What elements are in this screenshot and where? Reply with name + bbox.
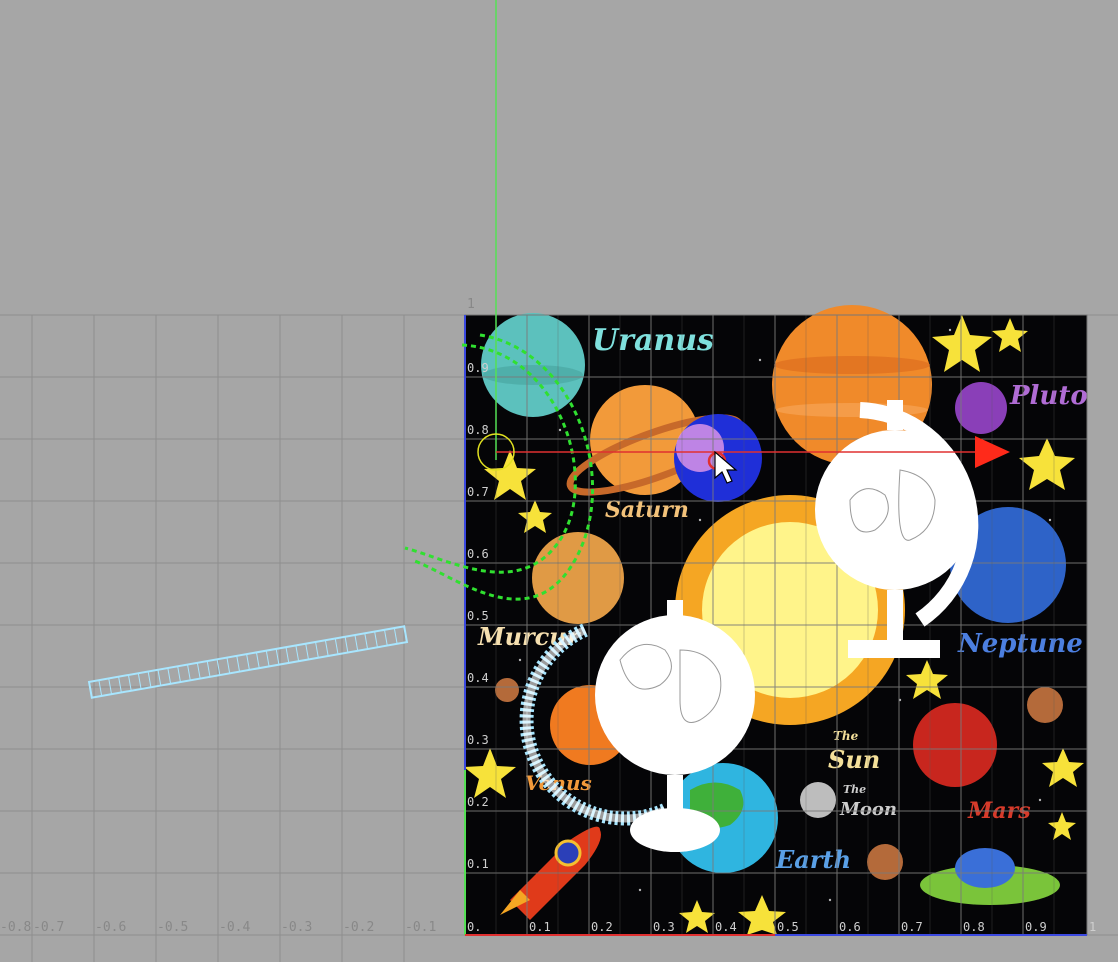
label-uranus: Uranus xyxy=(592,323,714,358)
mercury-planet xyxy=(532,532,624,624)
svg-text:-0.1: -0.1 xyxy=(405,920,436,935)
label-neptune: Neptune xyxy=(957,629,1083,659)
label-earth: Earth xyxy=(775,845,851,874)
svg-text:0.8: 0.8 xyxy=(963,920,985,934)
moon xyxy=(800,782,836,818)
svg-text:1: 1 xyxy=(1089,920,1096,934)
svg-text:0.1: 0.1 xyxy=(529,920,551,934)
svg-text:0.6: 0.6 xyxy=(839,920,861,934)
svg-text:-0.2: -0.2 xyxy=(343,920,374,935)
svg-text:0.4: 0.4 xyxy=(715,920,737,934)
svg-text:0.2: 0.2 xyxy=(591,920,613,934)
svg-text:-0.8: -0.8 xyxy=(0,920,31,935)
asteroid xyxy=(867,844,903,880)
svg-text:0.3: 0.3 xyxy=(653,920,675,934)
svg-text:0.: 0. xyxy=(467,920,481,934)
svg-text:0.9: 0.9 xyxy=(467,361,489,375)
label-pluto: Pluto xyxy=(1009,381,1088,411)
svg-text:0.9: 0.9 xyxy=(1025,920,1047,934)
svg-text:0.1: 0.1 xyxy=(467,857,489,871)
svg-text:0.6: 0.6 xyxy=(467,547,489,561)
label-the-moon: The xyxy=(843,783,866,796)
svg-text:-0.7: -0.7 xyxy=(33,920,64,935)
svg-text:-0.3: -0.3 xyxy=(281,920,312,935)
asteroid xyxy=(1027,687,1063,723)
uv-texture-image: Uranus Pluto Saturn Murcur Neptune Venus… xyxy=(464,305,1088,935)
uv-editor-viewport[interactable]: Uranus Pluto Saturn Murcur Neptune Venus… xyxy=(0,0,1118,962)
svg-text:-0.4: -0.4 xyxy=(219,920,250,935)
svg-text:0.8: 0.8 xyxy=(467,423,489,437)
svg-text:1: 1 xyxy=(467,297,475,312)
svg-text:0.4: 0.4 xyxy=(467,671,489,685)
pluto-planet xyxy=(955,382,1007,434)
svg-text:0.7: 0.7 xyxy=(901,920,923,934)
svg-text:0.5: 0.5 xyxy=(777,920,799,934)
svg-text:0.3: 0.3 xyxy=(467,733,489,747)
svg-text:-0.6: -0.6 xyxy=(95,920,126,935)
svg-text:0.5: 0.5 xyxy=(467,609,489,623)
svg-text:0.2: 0.2 xyxy=(467,795,489,809)
mars-planet xyxy=(913,703,997,787)
asteroid xyxy=(495,678,519,702)
svg-text:0.7: 0.7 xyxy=(467,485,489,499)
svg-text:-0.5: -0.5 xyxy=(157,920,188,935)
